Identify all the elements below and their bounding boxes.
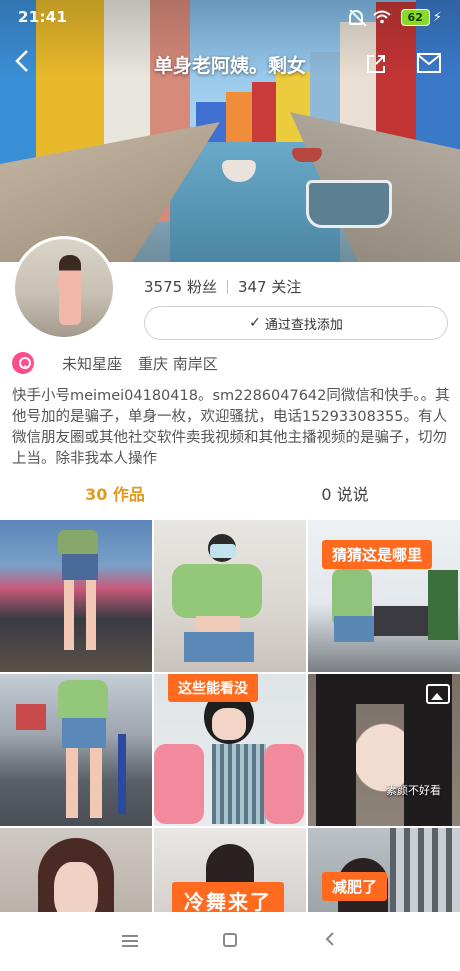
video-thumbnail[interactable]: 减肥了 [308,828,460,918]
home-button[interactable] [210,931,250,952]
video-thumbnail[interactable] [0,520,152,672]
recent-apps-button[interactable] [110,931,150,952]
video-tag: 猜猜这是哪里 [322,540,433,569]
followers-count[interactable]: 3575 粉丝 [144,276,217,297]
wifi-icon [372,10,391,24]
profile-info-row: 未知星座 重庆 南岸区 [12,352,218,374]
following-count[interactable]: 347 关注 [238,276,301,297]
status-time: 21:41 [18,8,68,26]
photo-album-icon [426,684,450,704]
add-friend-label: 通过查找添加 [264,317,343,333]
status-bar: 21:41 62 ⚡ [0,0,460,34]
home-icon [223,933,237,947]
video-thumbnail[interactable] [0,674,152,826]
battery-level: 62 [400,8,430,26]
tab-posts[interactable]: 0 说说 [230,482,460,512]
video-tag: 减肥了 [322,872,388,901]
location-label: 重庆 南岸区 [138,354,218,373]
video-tag: 这些能看没 [168,674,258,702]
message-icon[interactable] [416,52,442,74]
charging-icon: ⚡ [432,9,442,25]
follow-stats: 3575 粉丝 347 关注 [144,276,301,297]
content-tabs: 30 作品 0 说说 [0,482,460,512]
constellation-label: 未知星座 [62,354,123,373]
avatar[interactable] [12,236,116,340]
check-icon: ✓ [249,315,261,331]
menu-icon [122,935,138,947]
video-grid: 猜猜这是哪里 这些能看没 素颜不好看 冷舞来了 减肥了 [0,520,460,918]
mute-icon [348,9,363,25]
profile-screen: 21:41 62 ⚡ 单身老阿姨。剩女 3575 粉丝 347 关注 ✓ 通过查… [0,0,460,971]
page-title: 单身老阿姨。剩女 [153,54,306,77]
share-icon[interactable] [364,52,388,76]
video-thumbnail[interactable]: 冷舞来了 [154,828,306,918]
stats-divider [226,279,228,294]
battery-indicator: 62 ⚡ [400,8,442,26]
add-friend-button[interactable]: ✓ 通过查找添加 [144,306,448,340]
system-back-button[interactable] [310,931,350,952]
video-thumbnail[interactable]: 这些能看没 [154,674,306,826]
search-location-icon [12,352,34,374]
profile-cover-image [0,0,460,262]
video-thumbnail[interactable]: 素颜不好看 [308,674,460,826]
tab-works[interactable]: 30 作品 [0,482,230,512]
system-navigation-bar [0,912,460,971]
video-thumbnail[interactable]: 猜猜这是哪里 [308,520,460,672]
video-thumbnail[interactable] [154,520,306,672]
back-arrow-icon [325,932,334,946]
video-thumbnail[interactable] [0,828,152,918]
video-caption: 素颜不好看 [386,784,441,797]
profile-bio: 快手小号meimei04180418。sm2286047642同微信和快手。。其… [12,388,450,467]
top-nav-bar: 单身老阿姨。剩女 [0,46,460,82]
